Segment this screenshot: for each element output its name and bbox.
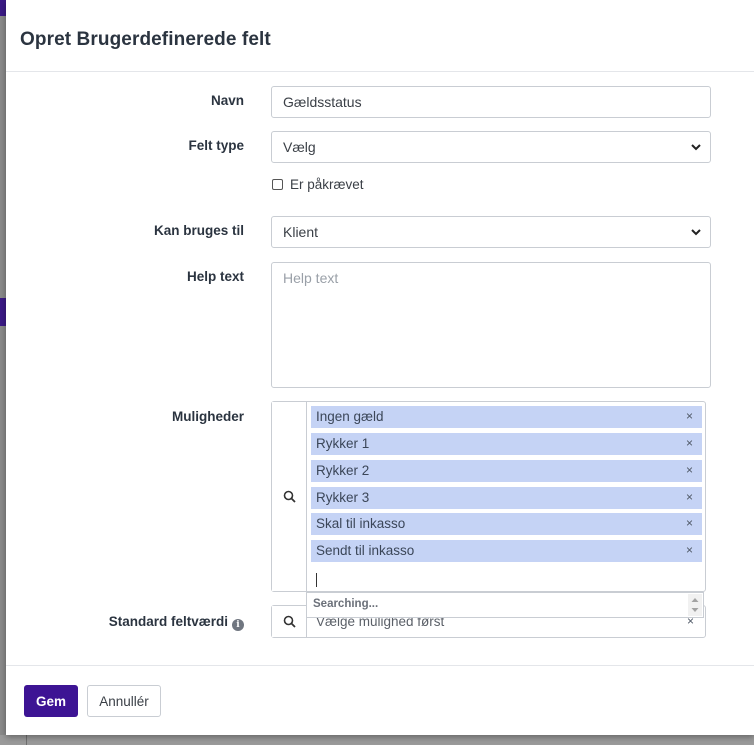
required-checkbox[interactable]: [272, 179, 283, 190]
field-type-label: Felt type: [188, 138, 244, 153]
text-caret: [316, 573, 317, 587]
search-icon: [283, 615, 296, 628]
help-text-textarea[interactable]: Help text: [271, 262, 711, 388]
option-tag-label: Skal til inkasso: [316, 516, 406, 531]
cancel-button[interactable]: Annullér: [87, 685, 161, 717]
options-label: Muligheder: [171, 409, 244, 424]
chevron-down-icon: [691, 229, 701, 236]
close-icon[interactable]: ×: [686, 409, 693, 423]
field-type-row: Felt type Vælg: [6, 131, 754, 163]
option-tag-label: Rykker 3: [316, 490, 370, 505]
close-icon[interactable]: ×: [686, 463, 693, 477]
close-icon[interactable]: ×: [686, 516, 693, 530]
dialog-header: Opret Brugerdefinerede felt: [6, 0, 754, 72]
name-input[interactable]: Gældsstatus: [271, 86, 711, 118]
usable-for-value: Klient: [283, 224, 319, 240]
required-checkbox-row[interactable]: Er påkrævet: [272, 177, 364, 192]
name-label: Navn: [210, 93, 244, 108]
dropdown-scrollbar[interactable]: [688, 594, 702, 616]
default-value-label: Standard feltværdi i: [109, 614, 244, 631]
search-icon: [283, 490, 296, 503]
dialog-footer: Gem Annullér: [6, 665, 754, 735]
usable-for-label: Kan bruges til: [153, 223, 244, 238]
option-tag: Skal til inkasso ×: [311, 513, 702, 535]
option-tag-label: Ingen gæld: [316, 409, 384, 424]
options-dropdown[interactable]: Searching...: [306, 592, 704, 618]
options-search-addon: [272, 402, 307, 591]
option-tag-label: Rykker 2: [316, 463, 370, 478]
option-tag-label: Rykker 1: [316, 436, 370, 451]
field-type-select[interactable]: Vælg: [271, 131, 711, 163]
required-checkbox-label: Er påkrævet: [290, 177, 364, 192]
dialog-title: Opret Brugerdefinerede felt: [20, 29, 271, 50]
default-value-search-addon: [272, 606, 307, 637]
options-multiselect[interactable]: Ingen gæld × Rykker 1 × Rykker 2 × Rykker 3…: [271, 401, 706, 592]
close-icon[interactable]: ×: [686, 490, 693, 504]
option-tag: Sendt til inkasso ×: [311, 540, 702, 562]
option-tag-label: Sendt til inkasso: [316, 543, 415, 558]
close-icon[interactable]: ×: [686, 436, 693, 450]
option-tag: Rykker 1 ×: [311, 433, 702, 455]
field-type-value: Vælg: [283, 139, 316, 155]
usable-for-select[interactable]: Klient: [271, 216, 711, 248]
help-text-label: Help text: [186, 269, 244, 284]
save-button[interactable]: Gem: [24, 685, 78, 717]
close-icon[interactable]: ×: [686, 543, 693, 557]
option-tag: Ingen gæld ×: [311, 406, 702, 428]
custom-field-dialog: Opret Brugerdefinerede felt Navn Gældsst…: [6, 0, 754, 735]
usable-for-row: Kan bruges til Klient: [6, 216, 754, 248]
option-tag: Rykker 3 ×: [311, 487, 702, 509]
chevron-down-icon: [691, 144, 701, 151]
background-footer: [0, 735, 754, 745]
default-value-label-text: Standard feltværdi: [108, 614, 228, 629]
option-tag: Rykker 2 ×: [311, 460, 702, 482]
dropdown-status: Searching...: [313, 598, 379, 610]
info-icon[interactable]: i: [232, 619, 244, 631]
